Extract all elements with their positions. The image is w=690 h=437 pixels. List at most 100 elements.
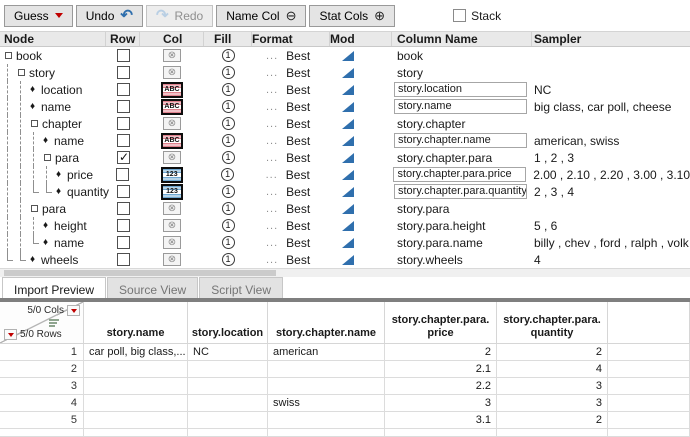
tree-row[interactable]: ♦name⊗1...Beststory.para.namebilly , che… [0,234,690,251]
format-value[interactable]: Best [286,202,310,216]
fill-once-icon[interactable]: 1 [222,83,235,96]
format-value[interactable]: Best [286,236,310,250]
guess-button[interactable]: Guess [4,5,73,27]
fill-once-icon[interactable]: 1 [221,168,234,181]
format-value[interactable]: Best [286,151,310,165]
numeric-col-icon[interactable]: 123 [161,167,183,183]
row-number-cell[interactable]: 5 [0,412,84,429]
row-checkbox[interactable] [117,49,130,62]
column-header[interactable] [608,302,690,344]
column-header[interactable]: story.chapter.para.quantity [497,302,608,344]
tree-row[interactable]: ♦locationABC1...Beststory.locationNC [0,81,690,98]
tab-import-preview[interactable]: Import Preview [2,277,106,298]
format-value[interactable]: Best [286,219,310,233]
continuous-modeling-type-icon[interactable] [342,221,354,231]
excluded-col-icon[interactable]: ⊗ [163,66,181,79]
excluded-col-icon[interactable]: ⊗ [163,151,181,164]
excluded-col-icon[interactable]: ⊗ [163,253,181,266]
columns-menu-button[interactable] [67,305,80,316]
row-checkbox[interactable] [117,236,130,249]
column-name-input[interactable]: story.chapter.para.price [393,167,526,182]
character-col-icon[interactable]: ABC [161,133,183,149]
format-value[interactable]: Best [286,83,310,97]
column-header[interactable]: story.chapter.para.price [385,302,497,344]
continuous-modeling-type-icon[interactable] [342,204,354,214]
row-checkbox[interactable] [117,185,130,198]
node-label[interactable]: name [54,134,84,148]
row-number-cell[interactable]: 1 [0,344,84,361]
continuous-modeling-type-icon[interactable] [342,136,354,146]
column-header[interactable]: story.chapter.name [268,302,385,344]
format-cell[interactable]: ...Best [252,219,330,233]
tree-row[interactable]: book⊗1...Bestbook [0,47,690,64]
fill-once-icon[interactable]: 1 [222,49,235,62]
horizontal-scrollbar[interactable] [0,268,690,277]
excluded-col-icon[interactable]: ⊗ [163,117,181,130]
row-checkbox[interactable] [116,168,129,181]
column-name-input[interactable]: story.location [394,82,527,97]
row-checkbox[interactable] [117,83,130,96]
row-checkbox[interactable] [117,134,130,147]
row-checkbox[interactable] [117,202,130,215]
node-label[interactable]: height [54,219,87,233]
tree-row[interactable]: ♦nameABC1...Beststory.namebig class, car… [0,98,690,115]
format-value[interactable]: Best [286,253,310,267]
row-number-cell[interactable] [0,429,84,437]
tab-source-view[interactable]: Source View [107,277,198,298]
format-value[interactable]: Best [286,66,310,80]
tree-row[interactable]: story⊗1...Beststory [0,64,690,81]
format-value[interactable]: Best [286,168,310,182]
tree-row[interactable]: para⊗1...Beststory.chapter.para1 , 2 , 3 [0,149,690,166]
row-number-cell[interactable]: 2 [0,361,84,378]
tree-row[interactable]: ♦height⊗1...Beststory.para.height5 , 6 [0,217,690,234]
tree-row[interactable]: ♦quantity1231...Beststory.chapter.para.q… [0,183,690,200]
tab-script-view[interactable]: Script View [199,277,283,298]
node-label[interactable]: para [42,202,66,216]
continuous-modeling-type-icon[interactable] [342,102,354,112]
stack-checkbox[interactable] [453,9,466,22]
row-checkbox[interactable] [117,66,130,79]
format-value[interactable]: Best [286,134,310,148]
excluded-col-icon[interactable]: ⊗ [163,202,181,215]
undo-button[interactable]: Undo ↶ [76,5,143,27]
excluded-col-icon[interactable]: ⊗ [163,49,181,62]
node-label[interactable]: location [41,83,82,97]
excluded-col-icon[interactable]: ⊗ [163,219,181,232]
character-col-icon[interactable]: ABC [161,82,183,98]
format-cell[interactable]: ...Best [252,168,330,182]
fill-once-icon[interactable]: 1 [222,100,235,113]
column-name-input[interactable]: story.name [394,99,527,114]
tree-row[interactable]: ♦nameABC1...Beststory.chapter.nameameric… [0,132,690,149]
format-cell[interactable]: ...Best [252,66,330,80]
row-checkbox[interactable] [117,151,130,164]
fill-once-icon[interactable]: 1 [222,117,235,130]
row-checkbox[interactable] [117,117,130,130]
fill-once-icon[interactable]: 1 [222,185,235,198]
continuous-modeling-type-icon[interactable] [342,238,354,248]
scrollbar-thumb[interactable] [4,270,276,276]
format-value[interactable]: Best [286,185,310,199]
format-cell[interactable]: ...Best [252,100,330,114]
fill-once-icon[interactable]: 1 [222,66,235,79]
numeric-col-icon[interactable]: 123 [161,184,183,200]
fill-once-icon[interactable]: 1 [222,253,235,266]
fill-once-icon[interactable]: 1 [222,134,235,147]
format-value[interactable]: Best [286,49,310,63]
column-header[interactable]: story.name [84,302,188,344]
node-label[interactable]: para [55,151,79,165]
format-cell[interactable]: ...Best [252,134,330,148]
row-checkbox[interactable] [117,253,130,266]
tree-row[interactable]: ♦wheels⊗1...Beststory.wheels4 [0,251,690,268]
format-value[interactable]: Best [286,117,310,131]
fill-once-icon[interactable]: 1 [222,236,235,249]
continuous-modeling-type-icon[interactable] [342,255,354,265]
redo-button[interactable]: ↷ Redo [146,5,213,27]
format-cell[interactable]: ...Best [252,83,330,97]
continuous-modeling-type-icon[interactable] [342,170,354,180]
format-cell[interactable]: ...Best [252,185,330,199]
node-label[interactable]: name [41,100,71,114]
rows-menu-button[interactable] [4,329,17,340]
row-number-cell[interactable]: 4 [0,395,84,412]
node-label[interactable]: price [67,168,93,182]
continuous-modeling-type-icon[interactable] [342,51,354,61]
